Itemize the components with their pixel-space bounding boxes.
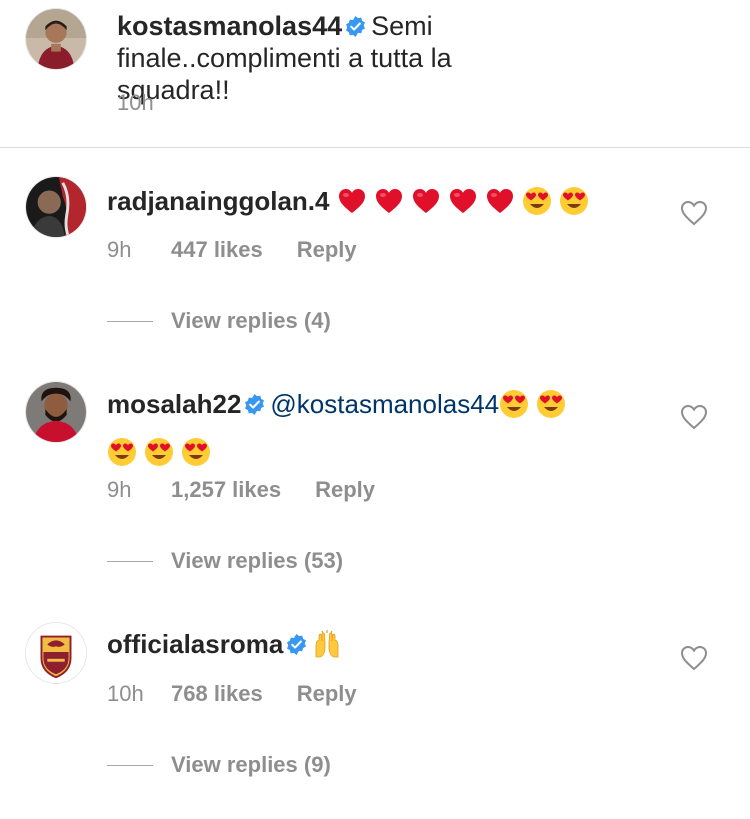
post-author-avatar[interactable] bbox=[25, 8, 87, 70]
avatar-image bbox=[26, 623, 86, 683]
like-heart-icon[interactable] bbox=[680, 645, 708, 671]
comment-username[interactable]: radjanainggolan.4 bbox=[107, 186, 330, 216]
replies-line bbox=[107, 765, 153, 766]
mention-link[interactable]: @kostasmanolas44 bbox=[270, 389, 499, 419]
view-replies-text: View replies (9) bbox=[171, 752, 331, 777]
view-replies-text: View replies (4) bbox=[171, 308, 331, 333]
post-caption: kostasmanolas44 Semi finale..complimenti … bbox=[117, 10, 537, 106]
replies-line bbox=[107, 321, 153, 322]
comment-avatar-asroma[interactable] bbox=[25, 622, 87, 684]
comment-meta: 9h 447 likes Reply bbox=[107, 237, 357, 263]
avatar-image bbox=[26, 177, 86, 237]
comment-avatar-radjanainggolan[interactable] bbox=[25, 176, 87, 238]
comment-meta: 10h 768 likes Reply bbox=[107, 681, 357, 707]
red-heart-emoji-icon bbox=[374, 186, 404, 216]
heart-eyes-emoji-icon bbox=[522, 186, 552, 216]
heart-eyes-emoji-icon bbox=[499, 389, 529, 419]
red-heart-emoji-icon bbox=[337, 186, 367, 216]
heart-eyes-emoji-icon bbox=[144, 437, 174, 467]
replies-line bbox=[107, 561, 153, 562]
red-heart-emoji-icon bbox=[411, 186, 441, 216]
avatar-image bbox=[26, 9, 86, 69]
comment-time: 9h bbox=[107, 237, 132, 262]
comment-avatar-mosalah[interactable] bbox=[25, 381, 87, 443]
raised-hands-emoji-icon bbox=[312, 629, 342, 659]
comment-likes[interactable]: 447 likes bbox=[171, 237, 263, 263]
comment-time: 9h bbox=[107, 477, 132, 502]
view-replies-text: View replies (53) bbox=[171, 548, 344, 573]
comment-emojis bbox=[312, 629, 349, 659]
comment-text: officialasroma bbox=[107, 620, 607, 668]
verified-badge-icon bbox=[243, 393, 266, 416]
view-replies-link[interactable]: View replies (9) bbox=[107, 750, 407, 780]
divider bbox=[0, 147, 750, 148]
verified-badge-icon bbox=[285, 633, 308, 656]
post-author-username[interactable]: kostasmanolas44 bbox=[117, 11, 342, 41]
comment-username[interactable]: officialasroma bbox=[107, 629, 283, 659]
comment-likes[interactable]: 768 likes bbox=[171, 681, 263, 707]
reply-button[interactable]: Reply bbox=[297, 237, 357, 263]
red-heart-emoji-icon bbox=[485, 186, 515, 216]
avatar-image bbox=[26, 382, 86, 442]
heart-eyes-emoji-icon bbox=[536, 389, 566, 419]
view-replies-link[interactable]: View replies (4) bbox=[107, 306, 407, 336]
comment-likes[interactable]: 1,257 likes bbox=[171, 477, 281, 503]
post-time: 10h bbox=[117, 90, 154, 115]
comment-time: 10h bbox=[107, 681, 144, 706]
comment-text: mosalah22 @kostasmanolas44 bbox=[107, 380, 607, 476]
reply-button[interactable]: Reply bbox=[315, 477, 375, 503]
comment-emojis bbox=[337, 186, 596, 216]
comment-meta: 9h 1,257 likes Reply bbox=[107, 477, 375, 503]
verified-badge-icon bbox=[344, 15, 367, 38]
heart-eyes-emoji-icon bbox=[181, 437, 211, 467]
like-heart-icon[interactable] bbox=[680, 404, 708, 430]
heart-eyes-emoji-icon bbox=[107, 437, 137, 467]
comment-username[interactable]: mosalah22 bbox=[107, 389, 241, 419]
red-heart-emoji-icon bbox=[448, 186, 478, 216]
heart-eyes-emoji-icon bbox=[559, 186, 589, 216]
reply-button[interactable]: Reply bbox=[297, 681, 357, 707]
like-heart-icon[interactable] bbox=[680, 200, 708, 226]
view-replies-link[interactable]: View replies (53) bbox=[107, 546, 407, 576]
comment-text: radjanainggolan.4 bbox=[107, 177, 607, 225]
